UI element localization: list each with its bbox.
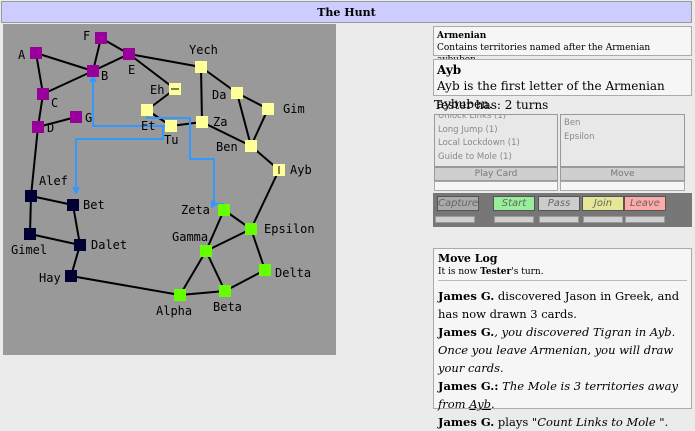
start-button[interactable]: Start — [493, 196, 535, 211]
pass-button[interactable]: Pass — [538, 196, 580, 211]
node-B — [87, 65, 99, 77]
node-Bet — [67, 199, 79, 211]
action-bar: Capture Start Pass Join Leave — [433, 193, 692, 227]
node-Alef — [25, 190, 37, 202]
node-Epsilon — [245, 223, 257, 235]
capture-button[interactable]: Capture — [437, 196, 479, 211]
turns-remaining: Tester has: 2 turns — [434, 98, 549, 112]
join-status — [583, 216, 623, 223]
log-title: Move Log — [438, 252, 498, 265]
node-Zeta — [218, 204, 230, 216]
node-A — [30, 47, 42, 59]
node-Gamma — [200, 245, 212, 257]
label-C: C — [51, 96, 58, 110]
node-F — [95, 32, 107, 44]
node-Beta — [219, 285, 231, 297]
player-list[interactable]: Ben Epsilon — [560, 114, 685, 167]
play-card-button[interactable]: Play Card — [434, 167, 558, 181]
label-Yech: Yech — [189, 43, 218, 57]
label-E: E — [128, 63, 135, 77]
player-item[interactable]: Ben — [561, 117, 684, 131]
move-button[interactable]: Move — [560, 167, 685, 181]
label-Za: Za — [213, 115, 227, 129]
node-Za — [196, 116, 208, 128]
label-Alpha: Alpha — [156, 304, 192, 318]
label-Tu: Tu — [164, 133, 178, 147]
move-log: Move Log It is now Tester's turn. James … — [433, 248, 692, 429]
region-info: Armenian Contains territories named afte… — [433, 26, 692, 65]
node-Gimel — [24, 228, 36, 240]
card-item[interactable]: Local Lockdown (1) — [435, 137, 557, 151]
leave-status — [625, 216, 665, 223]
move-slot — [560, 181, 685, 191]
label-D: D — [47, 121, 54, 135]
join-button[interactable]: Join — [582, 196, 624, 211]
label-Gamma: Gamma — [172, 230, 208, 244]
start-status — [494, 216, 534, 223]
node-G — [70, 111, 82, 123]
card-item[interactable]: Unlock Links (1) — [435, 115, 557, 124]
node-Alpha — [174, 289, 186, 301]
capture-status — [435, 216, 475, 223]
arrow-heads — [72, 74, 219, 208]
node-Et — [141, 104, 153, 116]
label-Ayb: Ayb — [290, 163, 312, 177]
node-Dalet — [74, 239, 86, 251]
node-D — [32, 121, 44, 133]
card-slot — [434, 181, 558, 191]
label-B: B — [101, 69, 108, 83]
player-item[interactable]: Epsilon — [561, 131, 684, 145]
node-Da — [231, 87, 243, 99]
label-Dalet: Dalet — [91, 238, 127, 252]
label-G: G — [85, 111, 92, 125]
card-list[interactable]: Unlock Links (1) Long Jump (1) Local Loc… — [434, 114, 558, 167]
log-entry: James G. discovered Jason in Greek, and … — [438, 289, 680, 321]
node-Tu — [165, 120, 177, 132]
label-Epsilon: Epsilon — [264, 222, 315, 236]
node-Ben — [245, 140, 257, 152]
territory-name: Ayb — [437, 63, 462, 77]
node-C — [37, 88, 49, 100]
game-map[interactable]: A B F E C D G Yech Eh Da Gim Et Tu Za Be… — [3, 24, 336, 355]
label-Gimel: Gimel — [11, 243, 47, 257]
turn-status: It is now Tester's turn. — [438, 267, 544, 277]
label-F: F — [83, 29, 90, 43]
pass-status — [539, 216, 579, 223]
leave-button[interactable]: Leave — [624, 196, 666, 211]
node-E — [123, 48, 135, 60]
page-title: The Hunt — [317, 6, 376, 19]
label-Alef: Alef — [39, 174, 68, 188]
label-Bet: Bet — [83, 198, 105, 212]
map-links — [29, 37, 280, 296]
label-Hay: Hay — [39, 271, 61, 285]
title-bar: The Hunt — [1, 1, 692, 23]
log-entry: James G., you discovered Tigran in Ayb. … — [438, 325, 676, 375]
node-Yech — [195, 61, 207, 73]
label-Eh: Eh — [150, 83, 164, 97]
label-A: A — [18, 48, 26, 62]
log-entry: James G. plays "Count Links to Mole ". — [438, 415, 669, 429]
node-Hay — [65, 270, 77, 282]
log-entry: James G.: The Mole is 3 territories away… — [438, 379, 678, 411]
node-Gim — [262, 103, 274, 115]
region-name: Armenian — [437, 31, 487, 41]
card-item[interactable]: Long Jump (1) — [435, 124, 557, 138]
label-Gim: Gim — [283, 102, 305, 116]
label-Delta: Delta — [275, 266, 311, 280]
label-Zeta: Zeta — [181, 203, 210, 217]
territory-info: Ayb Ayb is the first letter of the Armen… — [433, 59, 692, 111]
label-Beta: Beta — [213, 300, 242, 314]
card-item[interactable]: Guide to Mole (1) — [435, 151, 557, 165]
map-graph[interactable]: A B F E C D G Yech Eh Da Gim Et Tu Za Be… — [3, 24, 336, 355]
label-Ben: Ben — [216, 140, 238, 154]
node-Delta — [259, 264, 271, 276]
label-Da: Da — [212, 88, 226, 102]
label-Et: Et — [141, 119, 155, 133]
